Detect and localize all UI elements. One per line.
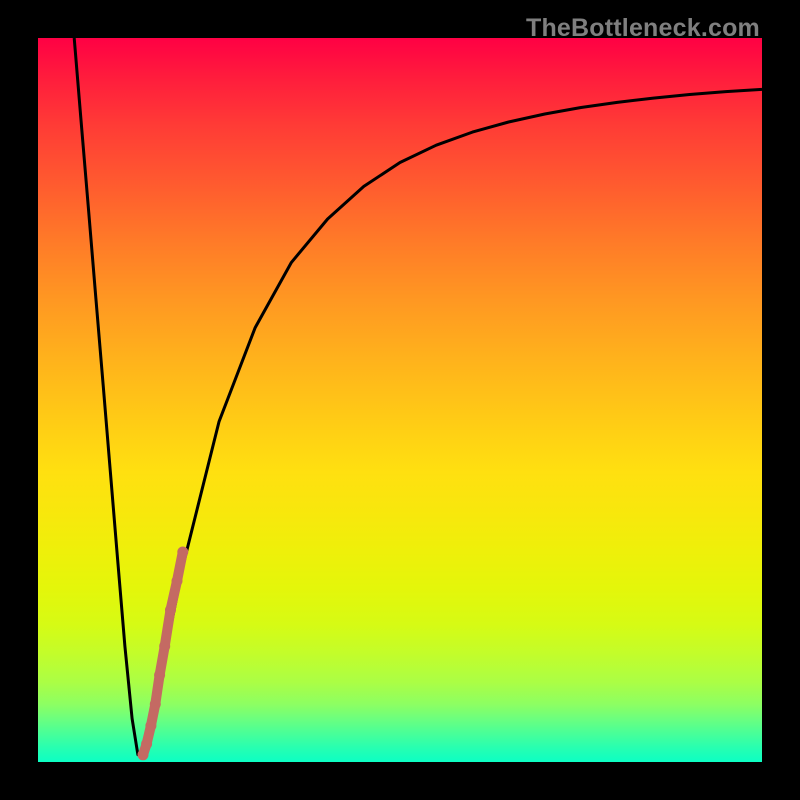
- highlight-dot: [165, 605, 176, 616]
- highlight-dot: [177, 547, 188, 558]
- highlight-dot: [138, 749, 149, 760]
- watermark-text: TheBottleneck.com: [526, 14, 760, 43]
- chart-frame: TheBottleneck.com: [0, 0, 800, 800]
- highlight-dot: [141, 738, 152, 749]
- bottleneck-curve: [74, 38, 762, 755]
- highlight-dot: [145, 720, 156, 731]
- highlight-dot: [172, 576, 183, 587]
- highlight-dot: [154, 670, 165, 681]
- curve-overlay: [38, 38, 762, 762]
- highlight-dot: [159, 641, 170, 652]
- highlight-dot: [150, 699, 161, 710]
